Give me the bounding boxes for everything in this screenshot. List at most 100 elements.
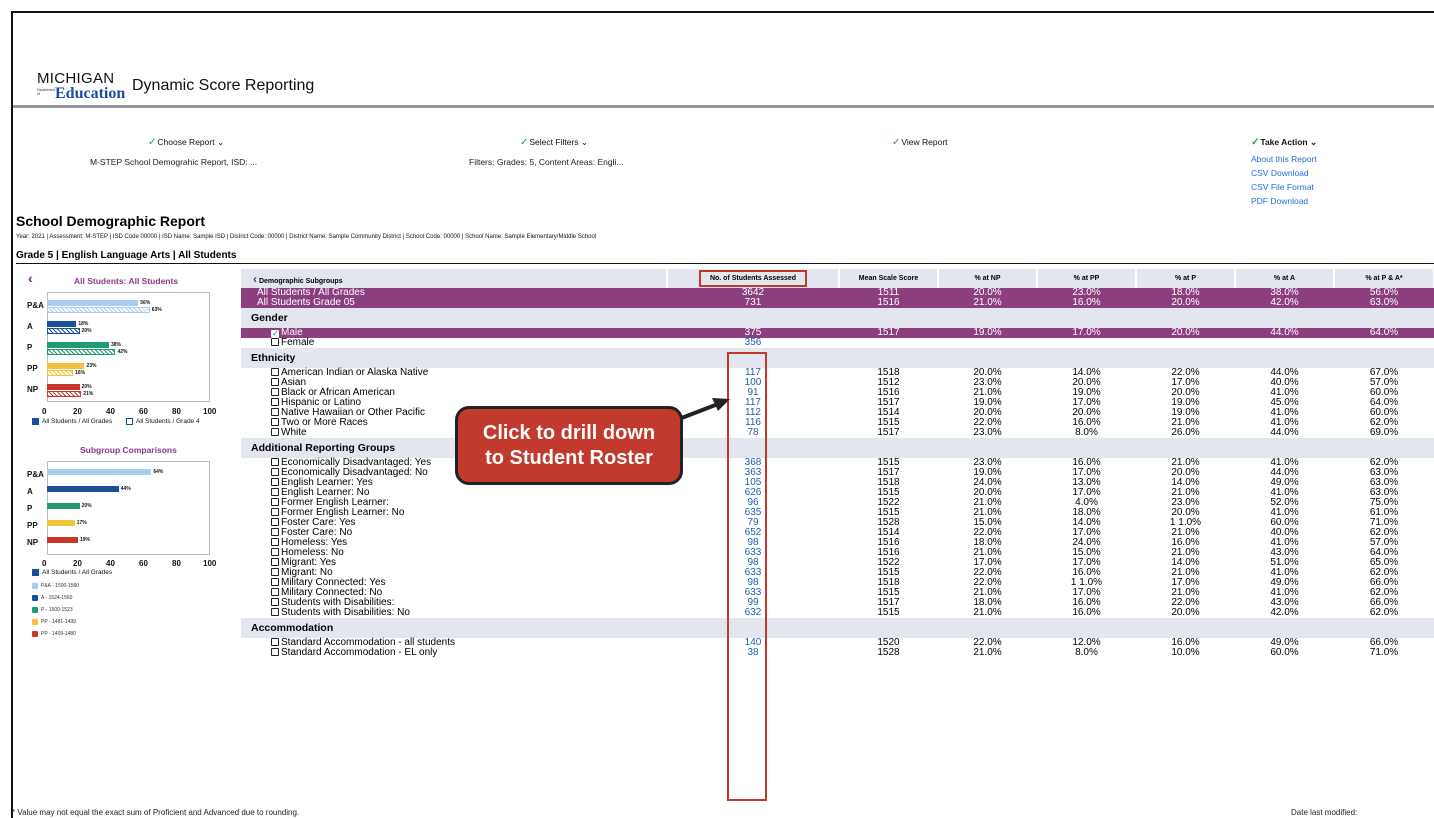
- view-report-step[interactable]: ✓View Report: [892, 137, 948, 148]
- column-header-p[interactable]: % at P: [1136, 269, 1236, 288]
- table-row[interactable]: Standard Accommodation - EL only 38 1528 21…: [241, 648, 1434, 658]
- bar[interactable]: [47, 307, 150, 313]
- axis-tick: 100: [203, 407, 217, 416]
- back-chevron-icon[interactable]: ‹: [253, 272, 257, 286]
- axis-tick: 40: [106, 559, 115, 568]
- subgroup-checkbox[interactable]: [271, 588, 279, 596]
- table-row[interactable]: Military Connected: Yes 98 1518 22.0% 1 1.0%…: [241, 578, 1434, 588]
- subgroup-checkbox[interactable]: [271, 508, 279, 516]
- summary-row[interactable]: All Students / All Grades 3642 1511 20.0% 23…: [241, 288, 1434, 298]
- subgroup-checkbox[interactable]: [271, 458, 279, 466]
- bar[interactable]: [47, 321, 77, 327]
- choose-report-step[interactable]: ✓Choose Report ⌄: [148, 137, 224, 148]
- column-header-pa[interactable]: % at P & A*: [1334, 269, 1434, 288]
- subgroup-checkbox[interactable]: [271, 398, 279, 406]
- subgroup-checkbox[interactable]: [271, 518, 279, 526]
- table-row[interactable]: Former English Learner: No 635 1515 21.0% 18…: [241, 508, 1434, 518]
- bar[interactable]: [47, 342, 109, 348]
- subgroup-checkbox[interactable]: [271, 648, 279, 656]
- table-row[interactable]: Homeless: Yes 98 1516 18.0% 24.0% 16.0% 41.0% 5…: [241, 538, 1434, 548]
- check-icon: ✓: [892, 137, 901, 148]
- table-row[interactable]: Former English Learner: 96 1522 21.0% 4.0% 23…: [241, 498, 1434, 508]
- value-cell: 62.0%: [1369, 607, 1399, 618]
- table-row[interactable]: Economically Disadvantaged: No 363 1517 19.…: [241, 468, 1434, 478]
- subgroup-checkbox[interactable]: [271, 408, 279, 416]
- bar[interactable]: [47, 537, 78, 543]
- bar[interactable]: [47, 503, 80, 509]
- bar[interactable]: [47, 300, 139, 306]
- column-header-mean[interactable]: Mean Scale Score: [839, 269, 939, 288]
- subgroup-checkbox[interactable]: [271, 558, 279, 566]
- subgroup-checkbox[interactable]: [271, 598, 279, 606]
- table-row[interactable]: English Learner: Yes 105 1518 24.0% 13.0% 14.…: [241, 478, 1434, 488]
- table-row[interactable]: Students with Disabilities: No 632 1515 21.…: [241, 608, 1434, 618]
- select-filters-step[interactable]: ✓Select Filters ⌄: [520, 137, 588, 148]
- table-row[interactable]: Female 356: [241, 338, 1434, 348]
- subgroup-checkbox[interactable]: [271, 538, 279, 546]
- subgroup-checkbox[interactable]: [271, 368, 279, 376]
- subgroup-checkbox[interactable]: [271, 428, 279, 436]
- table-row[interactable]: Foster Care: No 652 1514 22.0% 17.0% 21.0% 40.…: [241, 528, 1434, 538]
- column-header-np[interactable]: % at NP: [938, 269, 1038, 288]
- summary-row[interactable]: All Students Grade 05 731 1516 21.0% 16.0% 20…: [241, 298, 1434, 308]
- column-header-pp[interactable]: % at PP: [1037, 269, 1137, 288]
- about-report-link[interactable]: About this Report: [1251, 154, 1317, 164]
- subgroup-checkbox[interactable]: [271, 468, 279, 476]
- select-filters-summary: Filters: Grades: 5, Content Areas: Engli…: [469, 157, 624, 167]
- subgroup-checkbox[interactable]: [271, 498, 279, 506]
- subgroup-checkbox[interactable]: [271, 418, 279, 426]
- bar[interactable]: [47, 328, 80, 334]
- subgroup-checkbox[interactable]: [271, 528, 279, 536]
- take-action-step[interactable]: ✓Take Action ⌄: [1251, 137, 1317, 148]
- subgroup-checkbox[interactable]: [271, 578, 279, 586]
- table-row[interactable]: English Learner: No 626 1515 20.0% 17.0% 21.0…: [241, 488, 1434, 498]
- subgroup-checkbox[interactable]: [271, 608, 279, 616]
- bar[interactable]: [47, 370, 74, 376]
- table-row[interactable]: Asian 100 1512 23.0% 20.0% 17.0% 40.0% 57.0%: [241, 378, 1434, 388]
- table-row[interactable]: Military Connected: No 633 1515 21.0% 17.0% 2…: [241, 588, 1434, 598]
- subgroup-checkbox[interactable]: [271, 378, 279, 386]
- subgroup-checkbox[interactable]: [271, 488, 279, 496]
- subgroup-checkbox[interactable]: [271, 338, 279, 346]
- table-row[interactable]: ✓ Male 375 1517 19.0% 17.0% 20.0% 44.0% 64.0%: [241, 328, 1434, 338]
- bar[interactable]: [47, 384, 80, 390]
- bar[interactable]: [47, 349, 116, 355]
- app-title: Dynamic Score Reporting: [132, 77, 315, 94]
- subgroup-checkbox[interactable]: ✓: [271, 330, 279, 338]
- bar[interactable]: [47, 391, 82, 397]
- bar[interactable]: [47, 520, 75, 526]
- subgroup-checkbox[interactable]: [271, 388, 279, 396]
- table-row[interactable]: Black or African American 91 1516 21.0% 19.0…: [241, 388, 1434, 398]
- column-header-assessed[interactable]: No. of Students Assessed: [667, 269, 840, 288]
- students-assessed-link[interactable]: 356: [667, 338, 839, 348]
- range-legend-pa: P&A - 1500-1560: [32, 583, 79, 589]
- value-cell: 1516: [839, 298, 938, 308]
- bar[interactable]: [47, 469, 152, 475]
- section-title: Accommodation: [241, 618, 1434, 638]
- sidebar-back-chevron-icon[interactable]: ‹: [28, 270, 33, 286]
- table-row[interactable]: Homeless: No 633 1516 21.0% 15.0% 21.0% 43.0% 6…: [241, 548, 1434, 558]
- subgroup-checkbox[interactable]: [271, 638, 279, 646]
- bar-value-label: 20%: [81, 328, 92, 334]
- table-row[interactable]: Migrant: No 633 1515 22.0% 16.0% 21.0% 41.0% 62…: [241, 568, 1434, 578]
- subgroup-checkbox[interactable]: [271, 548, 279, 556]
- subgroup-checkbox[interactable]: [271, 568, 279, 576]
- axis-tick: 20: [73, 559, 82, 568]
- table-row[interactable]: American Indian or Alaska Native 117 1518 2…: [241, 368, 1434, 378]
- bar[interactable]: [47, 363, 85, 369]
- column-header-a[interactable]: % at A: [1235, 269, 1335, 288]
- pdf-download-link[interactable]: PDF Download: [1251, 196, 1308, 206]
- table-row[interactable]: Students with Disabilities: 99 1517 18.0% 16…: [241, 598, 1434, 608]
- column-header-subgroups[interactable]: ‹ Demographic Subgroups: [241, 269, 668, 288]
- table-row[interactable]: Two or More Races 116 1515 22.0% 16.0% 21.0% 4…: [241, 418, 1434, 428]
- bar[interactable]: [47, 486, 119, 492]
- table-row[interactable]: Foster Care: Yes 79 1528 15.0% 14.0% 1 1.0% 60…: [241, 518, 1434, 528]
- csv-file-format-link[interactable]: CSV File Format: [1251, 182, 1314, 192]
- csv-download-link[interactable]: CSV Download: [1251, 168, 1309, 178]
- subgroup-checkbox[interactable]: [271, 478, 279, 486]
- subgroup-name: All Students Grade 05: [241, 298, 667, 308]
- table-row[interactable]: Native Hawaiian or Other Pacific 112 1514 2…: [241, 408, 1434, 418]
- table-row[interactable]: Migrant: Yes 98 1522 17.0% 17.0% 14.0% 51.0% 65…: [241, 558, 1434, 568]
- range-legend-p: P - 1500-1523: [32, 607, 73, 613]
- table-row[interactable]: White 78 1517 23.0% 8.0% 26.0% 44.0% 69.0%: [241, 428, 1434, 438]
